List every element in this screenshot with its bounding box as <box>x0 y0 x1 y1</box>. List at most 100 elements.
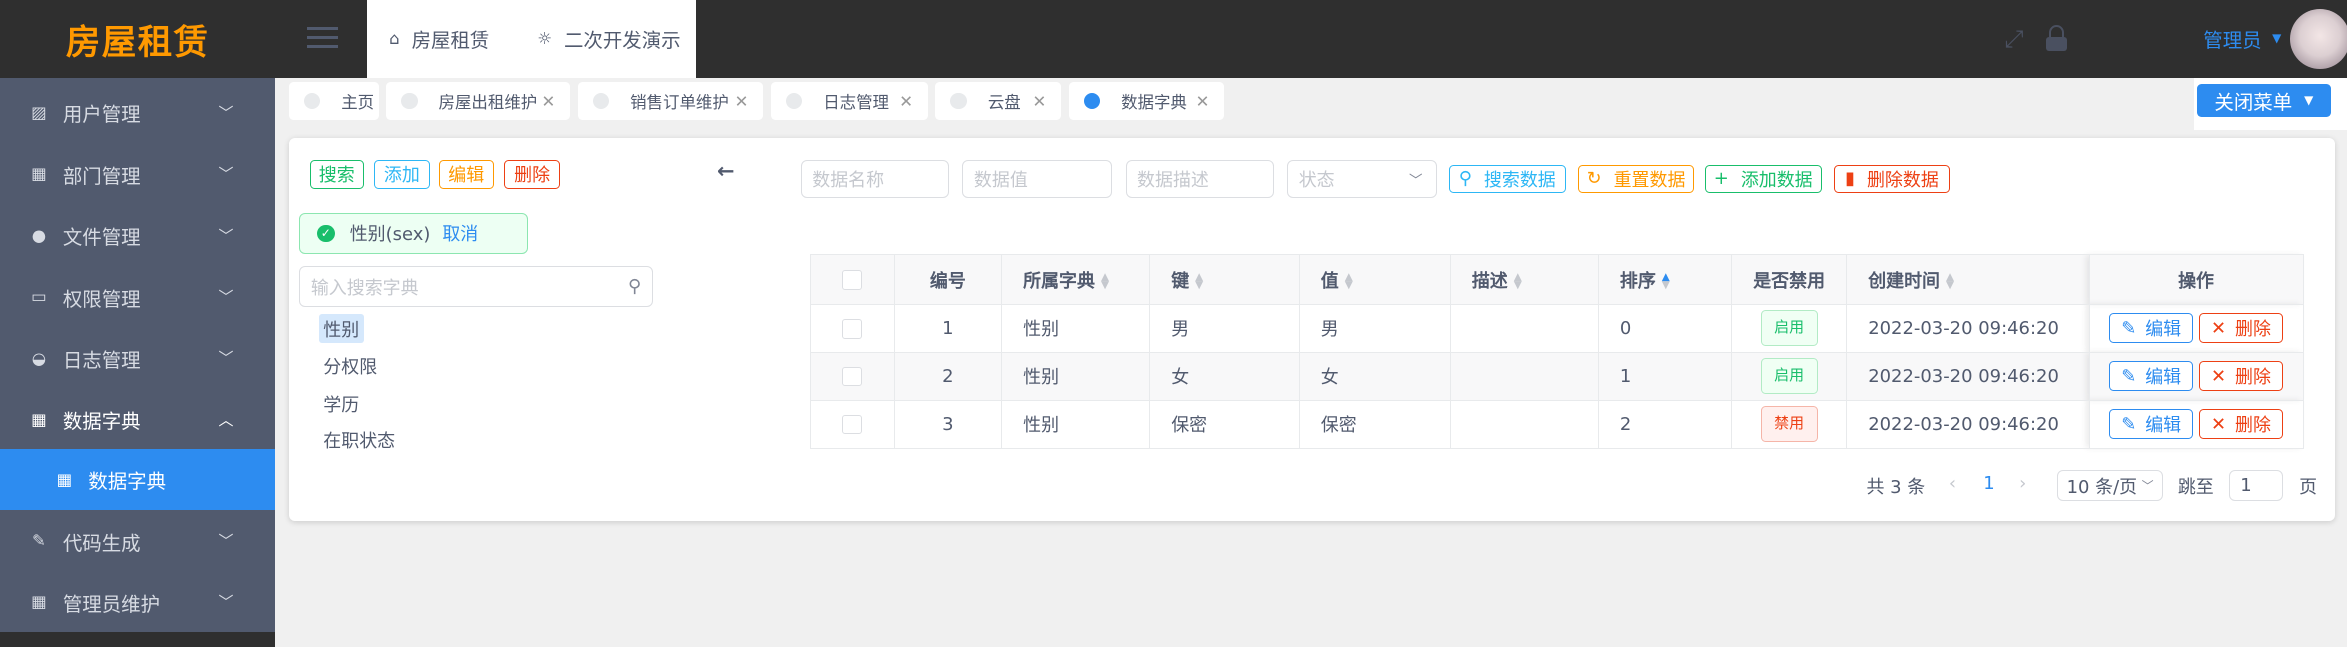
row-delete-button[interactable]: ✕ 删除 <box>2199 313 2283 344</box>
page-size-select[interactable]: 10 条/页 ﹀ <box>2056 469 2163 502</box>
topnav-demo[interactable]: ☼ 二次开发演示 <box>537 24 680 53</box>
tree-item[interactable]: 在职状态 <box>319 425 400 454</box>
dict-search-input[interactable]: 输入搜索字典 ⚲ <box>299 266 653 307</box>
sidebar-item-files[interactable]: ● 文件管理 ﹀ <box>0 205 275 266</box>
row-checkbox[interactable] <box>809 399 895 449</box>
row-checkbox[interactable] <box>809 351 895 401</box>
tab-home[interactable]: 主页 <box>288 82 379 120</box>
sort-icon[interactable]: ▲ ▼ <box>1345 272 1353 290</box>
reset-data-button[interactable]: ↻ 重置数据 <box>1577 164 1695 194</box>
sidebar-subitem-data-dictionary[interactable]: ▦ 数据字典 <box>0 449 276 511</box>
selected-dict-alert: ✓ 性别(sex) 取消 <box>299 212 529 255</box>
lock-icon[interactable] <box>2046 25 2068 51</box>
tab-data-dictionary[interactable]: 数据字典 ✕ <box>1068 82 1225 120</box>
row-checkbox[interactable] <box>809 303 895 353</box>
close-menu-button[interactable]: 关闭菜单 ▼ <box>2197 83 2331 117</box>
sort-asc-icon[interactable]: ▲ ▼ <box>1662 272 1670 290</box>
search-icon[interactable]: ⚲ <box>628 276 641 297</box>
tree-item[interactable]: 学历 <box>319 389 364 418</box>
delete-button[interactable]: 删除 <box>504 160 560 189</box>
sort-icon[interactable]: ▲ ▼ <box>1514 272 1522 290</box>
col-key[interactable]: 键 ▲ ▼ <box>1149 254 1300 305</box>
close-icon: ✕ <box>2210 365 2227 387</box>
close-icon[interactable]: ✕ <box>1032 92 1046 111</box>
col-dict[interactable]: 所属字典 ▲ ▼ <box>1001 254 1151 305</box>
sidebar-item-data-dictionary[interactable]: ▦ 数据字典 ︿ <box>0 389 275 450</box>
tab-dot-icon <box>1083 92 1101 110</box>
status-select[interactable]: 状态 ﹀ <box>1287 160 1437 198</box>
cell-created: 2022-03-20 09:46:20 <box>1846 303 2090 353</box>
add-data-button[interactable]: + 添加数据 <box>1704 164 1822 194</box>
header-label: 描述 <box>1471 270 1508 292</box>
search-button[interactable]: 搜索 <box>309 160 364 189</box>
sidebar-item-label: 管理员维护 <box>62 592 161 616</box>
sidebar-item-admins[interactable]: ▦ 管理员维护 ﹀ <box>0 572 275 633</box>
app-logo[interactable]: 房屋租赁 <box>0 0 276 78</box>
data-desc-input[interactable]: 数据描述 <box>1125 160 1274 198</box>
col-created[interactable]: 创建时间 ▲ ▼ <box>1846 254 2090 305</box>
prev-page-icon[interactable]: ‹ <box>1949 473 1956 494</box>
search-data-button[interactable]: ⚲ 搜索数据 <box>1448 164 1566 194</box>
cell-actions: ✎ 编辑 ✕ 删除 <box>2088 351 2304 401</box>
col-sort[interactable]: 排序 ▲ ▼ <box>1597 254 1733 305</box>
menu-toggle-icon[interactable] <box>306 26 339 49</box>
close-icon[interactable]: ✕ <box>899 92 913 111</box>
collapse-arrow-icon[interactable]: ← <box>717 159 735 183</box>
sort-icon[interactable]: ▲ ▼ <box>1195 272 1203 290</box>
sidebar-item-users[interactable]: ▨ 用户管理 ﹀ <box>0 82 275 143</box>
brush-icon: ✎ <box>2121 413 2137 435</box>
sidebar-item-logs[interactable]: ◒ 日志管理 ﹀ <box>0 328 275 389</box>
cell-actions: ✎ 编辑 ✕ 删除 <box>2088 399 2304 449</box>
sort-icon[interactable]: ▲ ▼ <box>1101 272 1109 290</box>
col-value[interactable]: 值 ▲ ▼ <box>1298 254 1451 305</box>
total-count: 共 3 条 <box>1866 476 1926 498</box>
status-badge: 启用 <box>1760 310 1818 347</box>
tab-orders[interactable]: 销售订单维护 ✕ <box>577 82 764 120</box>
sidebar-item-departments[interactable]: ▦ 部门管理 ﹀ <box>0 144 275 205</box>
close-icon[interactable]: ✕ <box>542 92 556 111</box>
cell-actions: ✎ 编辑 ✕ 删除 <box>2088 303 2304 353</box>
fullscreen-icon[interactable]: ⤢ <box>2004 25 2023 53</box>
row-delete-button[interactable]: ✕ 删除 <box>2199 409 2283 440</box>
tab-logs[interactable]: 日志管理 ✕ <box>770 82 928 120</box>
close-icon[interactable]: ✕ <box>735 92 749 111</box>
goto-label: 跳至 <box>2177 476 2214 498</box>
next-page-icon[interactable]: › <box>2019 473 2026 494</box>
header-label: 排序 <box>1619 270 1656 292</box>
close-icon[interactable]: ✕ <box>1196 92 1210 111</box>
col-desc[interactable]: 描述 ▲ ▼ <box>1449 254 1599 305</box>
data-value-input[interactable]: 数据值 <box>962 160 1113 198</box>
sidebar-item-codegen[interactable]: ✎ 代码生成 ﹀ <box>0 510 275 571</box>
tree-item[interactable]: 性别 <box>318 314 364 344</box>
cancel-selection-link[interactable]: 取消 <box>442 220 478 246</box>
sidebar-item-permissions[interactable]: ▭ 权限管理 ﹀ <box>0 266 275 327</box>
user-menu[interactable]: 管理员 ▼ <box>2203 24 2281 53</box>
topnav-home[interactable]: ⌂ 房屋租赁 <box>389 24 489 53</box>
chevron-down-icon: ﹀ <box>218 531 234 550</box>
delete-data-button[interactable]: ▮ 删除数据 <box>1833 164 1951 194</box>
goto-page-input[interactable]: 1 <box>2228 469 2283 502</box>
select-all-checkbox[interactable] <box>809 254 895 305</box>
tree-item[interactable]: 分权限 <box>319 352 382 381</box>
avatar[interactable] <box>2290 8 2347 69</box>
cell-sort: 0 <box>1597 303 1733 353</box>
sort-icon[interactable]: ▲ ▼ <box>1946 272 1954 290</box>
button-label: 添加数据 <box>1740 169 1813 191</box>
sidebar-footer <box>0 631 276 647</box>
chevron-down-icon: ﹀ <box>218 593 234 612</box>
add-button[interactable]: 添加 <box>374 160 430 189</box>
row-edit-button[interactable]: ✎ 编辑 <box>2109 409 2194 440</box>
row-edit-button[interactable]: ✎ 编辑 <box>2109 313 2194 344</box>
search-icon: ⚲ <box>1458 168 1472 190</box>
page-1[interactable]: 1 <box>1983 473 1994 494</box>
row-edit-button[interactable]: ✎ 编辑 <box>2109 361 2194 392</box>
cell-key: 男 <box>1149 303 1300 353</box>
tab-rental[interactable]: 房屋出租维护 ✕ <box>386 82 571 120</box>
monitor-icon: ▭ <box>31 287 47 307</box>
tab-cloud[interactable]: 云盘 ✕ <box>935 82 1062 120</box>
row-delete-button[interactable]: ✕ 删除 <box>2199 361 2283 392</box>
tab-dot-icon <box>785 92 803 110</box>
edit-button[interactable]: 编辑 <box>438 160 494 189</box>
data-name-input[interactable]: 数据名称 <box>800 160 949 198</box>
chevron-down-icon: ﹀ <box>218 165 234 184</box>
